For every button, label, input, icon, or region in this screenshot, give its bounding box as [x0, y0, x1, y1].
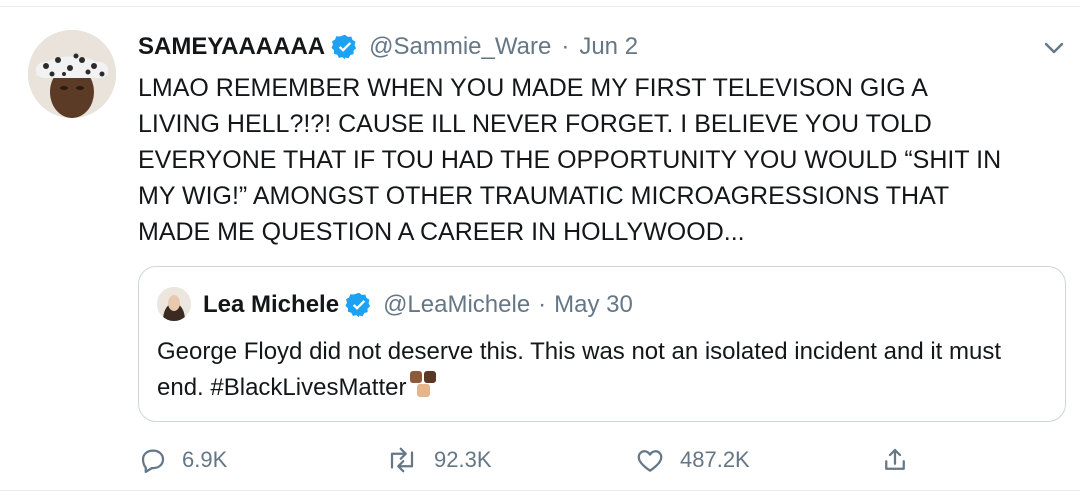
tweet-card[interactable]: SAMEYAAAAAA @Sammie_Ware · Jun 2 LMAO RE… — [0, 0, 1080, 492]
retweet-count: 92.3K — [434, 447, 492, 472]
tweet-date[interactable]: Jun 2 — [579, 33, 638, 61]
like-count: 487.2K — [680, 447, 750, 472]
quoted-tweet[interactable]: Lea Michele @LeaMichele · May 30 George … — [138, 266, 1066, 422]
quoted-tweet-header: Lea Michele @LeaMichele · May 30 — [203, 288, 633, 322]
reply-icon — [141, 449, 165, 473]
divider-top — [0, 6, 1080, 7]
tweet-text: LMAO REMEMBER WHEN YOU MADE MY FIRST TEL… — [138, 74, 1002, 246]
fists-emoji-icon — [408, 369, 442, 411]
reply-count: 6.9K — [182, 447, 228, 472]
separator-dot: · — [561, 33, 570, 60]
quoted-author-avatar[interactable] — [157, 287, 191, 321]
heart-icon — [637, 450, 663, 472]
retweet-button[interactable]: 92.3K — [384, 442, 492, 478]
chevron-down-icon[interactable] — [1040, 36, 1068, 60]
author-handle[interactable]: @Sammie_Ware — [369, 33, 551, 61]
separator-dot: · — [538, 291, 547, 318]
share-button[interactable] — [880, 442, 924, 478]
share-icon — [885, 448, 905, 470]
tweet-header: SAMEYAAAAAA @Sammie_Ware · Jun 2 — [138, 30, 638, 64]
like-button[interactable]: 487.2K — [634, 442, 750, 478]
author-name[interactable]: SAMEYAAAAAA — [138, 33, 325, 61]
reply-button[interactable]: 6.9K — [138, 442, 227, 478]
retweet-icon — [390, 447, 414, 473]
author-avatar[interactable] — [28, 30, 116, 118]
quoted-author-name[interactable]: Lea Michele — [203, 291, 339, 319]
quoted-tweet-text-block: George Floyd did not deserve this. This … — [157, 335, 1037, 411]
quoted-tweet-text: George Floyd did not deserve this. This … — [157, 338, 1002, 401]
verified-badge-icon — [331, 33, 359, 61]
quoted-tweet-date[interactable]: May 30 — [554, 291, 633, 319]
verified-badge-icon — [345, 291, 373, 319]
tweet-actions: 6.9K 92.3K 487.2K — [138, 442, 1068, 478]
quoted-author-handle[interactable]: @LeaMichele — [383, 291, 530, 319]
divider-bottom — [0, 490, 1080, 491]
